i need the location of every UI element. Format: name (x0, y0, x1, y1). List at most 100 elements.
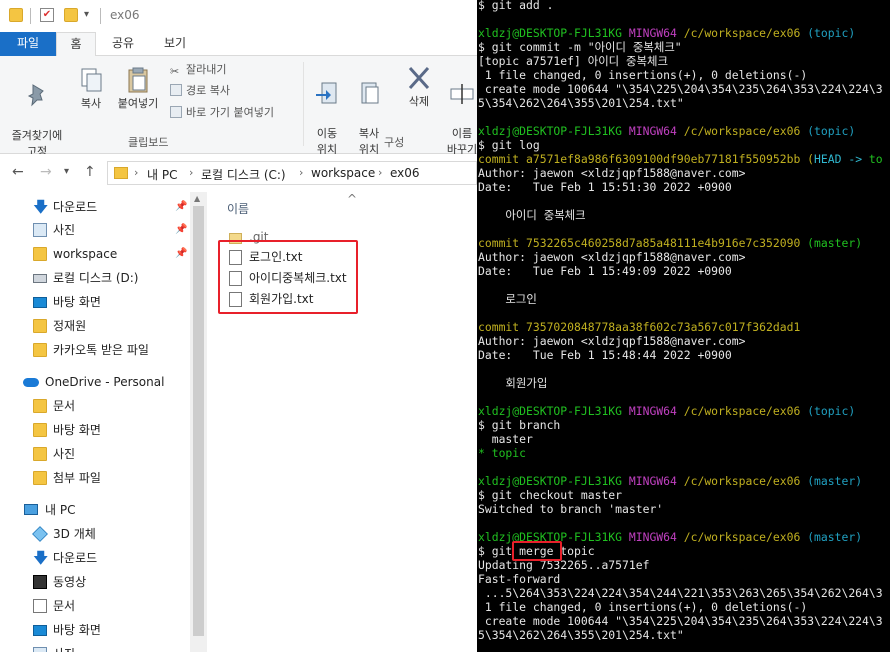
nav-item-downloads-quick[interactable]: 🡇 다운로드 📌 (0, 196, 190, 218)
terminal-line: 아이디 중복체크 (478, 208, 586, 222)
terminal-line: ...5\264\353\224\224\354\244\221\353\263… (478, 586, 883, 600)
terminal-line: Switched to branch 'master' (478, 502, 664, 516)
terminal-line: xldzj@DESKTOP-FJL31KG MINGW64 /c/workspa… (478, 124, 856, 138)
nav-item-onedrive-documents[interactable]: 문서 (0, 395, 190, 417)
tab-file[interactable]: 파일 (0, 32, 56, 56)
nav-item-desktop-quick[interactable]: 바탕 화면 (0, 291, 190, 313)
tab-view[interactable]: 보기 (152, 32, 198, 56)
rename-icon (450, 84, 474, 104)
cut-button[interactable]: ✂ 잘라내기 (170, 62, 226, 78)
nav-item-videos[interactable]: 동영상 (0, 571, 190, 593)
breadcrumb-workspace[interactable]: workspace (311, 166, 375, 180)
rename-button[interactable]: 이름 바꾸기 (442, 64, 477, 158)
pin-icon: 📌 (175, 201, 188, 212)
terminal-line: Updating 7532265..a7571ef (478, 558, 650, 572)
folder-icon (33, 471, 47, 485)
up-arrow-icon[interactable]: ↑ (84, 164, 96, 180)
copy-to-button[interactable]: 복사 위치 (350, 64, 388, 158)
drive-icon (33, 274, 47, 283)
files-highlight-box (218, 240, 358, 314)
paste-icon (128, 67, 148, 93)
nav-item-pictures[interactable]: 사진 (0, 643, 190, 652)
nav-item-3d-objects[interactable]: 3D 개체 (0, 523, 190, 545)
back-arrow-icon[interactable]: ← (12, 164, 24, 180)
nav-item-workspace[interactable]: workspace 📌 (0, 243, 190, 265)
pin-icon (27, 84, 44, 107)
breadcrumb-this-pc[interactable]: 내 PC (147, 166, 177, 183)
nav-item-this-pc[interactable]: 내 PC (0, 499, 190, 521)
documents-icon (33, 599, 47, 613)
paste-button[interactable]: 붙여넣기 (112, 66, 164, 112)
nav-item-pictures-quick[interactable]: 사진 📌 (0, 219, 190, 241)
pin-quick-access-button[interactable]: 즐겨찾기에 고정 (4, 66, 70, 160)
chevron-right-icon[interactable]: › (189, 166, 193, 179)
nav-scrollbar[interactable]: ▲ (190, 192, 207, 652)
copy-path-button[interactable]: 경로 복사 (170, 83, 230, 98)
nav-item-onedrive-desktop[interactable]: 바탕 화면 (0, 419, 190, 441)
forward-arrow-icon[interactable]: → (40, 164, 52, 180)
breadcrumb-ex06[interactable]: ex06 (390, 166, 420, 180)
terminal-line: 1 file changed, 0 insertions(+), 0 delet… (478, 600, 808, 614)
download-icon: 🡇 (33, 198, 49, 216)
folder-icon (33, 319, 47, 333)
terminal-line: 5\354\262\264\355\201\254.txt" (478, 628, 684, 642)
ribbon-tabs: 파일 홈 공유 보기 (0, 32, 477, 57)
delete-button[interactable]: 삭제 (398, 64, 440, 110)
terminal-line: create mode 100644 "\354\225\204\354\235… (478, 614, 883, 628)
move-to-button[interactable]: 이동 위치 (308, 64, 346, 158)
move-to-icon (316, 82, 337, 104)
nav-item-downloads[interactable]: 🡇 다운로드 (0, 547, 190, 569)
paste-shortcut-icon (170, 106, 182, 118)
new-folder-icon[interactable] (64, 8, 78, 22)
column-header-name[interactable]: 이름 (227, 200, 249, 217)
chevron-right-icon[interactable]: › (378, 166, 382, 179)
copy-icon (81, 68, 102, 92)
scroll-up-arrow-icon[interactable]: ▲ (194, 194, 200, 203)
folder-icon (33, 399, 47, 413)
pictures-icon (33, 223, 47, 237)
terminal-line: Date: Tue Feb 1 15:49:09 2022 +0900 (478, 264, 732, 278)
nav-item-onedrive[interactable]: OneDrive - Personal (0, 371, 190, 393)
delete-x-icon (408, 66, 430, 90)
address-bar[interactable]: › 내 PC › 로컬 디스크 (C:) › workspace › ex06 (107, 161, 477, 185)
terminal-line: [topic a7571ef] 아이디 중복체크 (478, 54, 668, 68)
nav-item-desktop[interactable]: 바탕 화면 (0, 619, 190, 641)
terminal-line: 5\354\262\264\355\201\254.txt" (478, 96, 684, 110)
quick-access-toolbar: ✔ ▾ ex06 (0, 0, 477, 32)
scrollbar-thumb[interactable] (193, 206, 204, 636)
navigation-pane: 🡇 다운로드 📌 사진 📌 workspace 📌 로컬 디스크 (D:) 바탕… (0, 192, 207, 652)
nav-item-jeongjaewon[interactable]: 정재원 (0, 315, 190, 337)
recent-locations-chevron-icon[interactable]: ▾ (64, 166, 69, 177)
3d-objects-icon (32, 526, 48, 542)
terminal-line: $ git branch (478, 418, 561, 432)
terminal-line: 로그인 (478, 292, 537, 306)
tab-home[interactable]: 홈 (56, 32, 96, 57)
paste-shortcut-button[interactable]: 바로 가기 붙여넣기 (170, 105, 274, 120)
breadcrumb-local-disk-c[interactable]: 로컬 디스크 (C:) (201, 166, 286, 183)
download-icon: 🡇 (33, 549, 49, 567)
desktop-icon (33, 625, 47, 636)
terminal-line: Author: jaewon <xldzjqpf1588@naver.com> (478, 166, 746, 180)
nav-item-kakaotalk-files[interactable]: 카카오톡 받은 파일 (0, 339, 190, 361)
terminal-line: commit 7532265c460258d7a85a48111e4b916e7… (478, 236, 863, 250)
nav-item-local-disk-d[interactable]: 로컬 디스크 (D:) (0, 267, 190, 289)
nav-item-onedrive-pictures[interactable]: 사진 (0, 443, 190, 465)
terminal-line: Date: Tue Feb 1 15:48:44 2022 +0900 (478, 348, 732, 362)
sort-ascending-icon: ^ (347, 192, 358, 206)
folder-icon (9, 8, 23, 22)
address-bar-row: ← → ▾ ↑ › 내 PC › 로컬 디스크 (C:) › workspace… (0, 154, 477, 192)
terminal-line: Date: Tue Feb 1 15:51:30 2022 +0900 (478, 180, 732, 194)
properties-icon[interactable]: ✔ (40, 8, 54, 22)
copy-path-icon (170, 84, 182, 96)
chevron-right-icon[interactable]: › (134, 166, 138, 179)
customize-qat-chevron-icon[interactable]: ▾ (84, 9, 98, 23)
nav-item-documents[interactable]: 문서 (0, 595, 190, 617)
chevron-right-icon[interactable]: › (299, 166, 303, 179)
copy-button[interactable]: 복사 (72, 66, 110, 112)
terminal-line: $ git add . (478, 0, 554, 12)
nav-item-onedrive-attachments[interactable]: 첨부 파일 (0, 467, 190, 489)
terminal-line: * topic (478, 446, 527, 460)
tab-share[interactable]: 공유 (100, 32, 146, 56)
folder-icon (114, 167, 128, 179)
desktop-icon (33, 297, 47, 308)
